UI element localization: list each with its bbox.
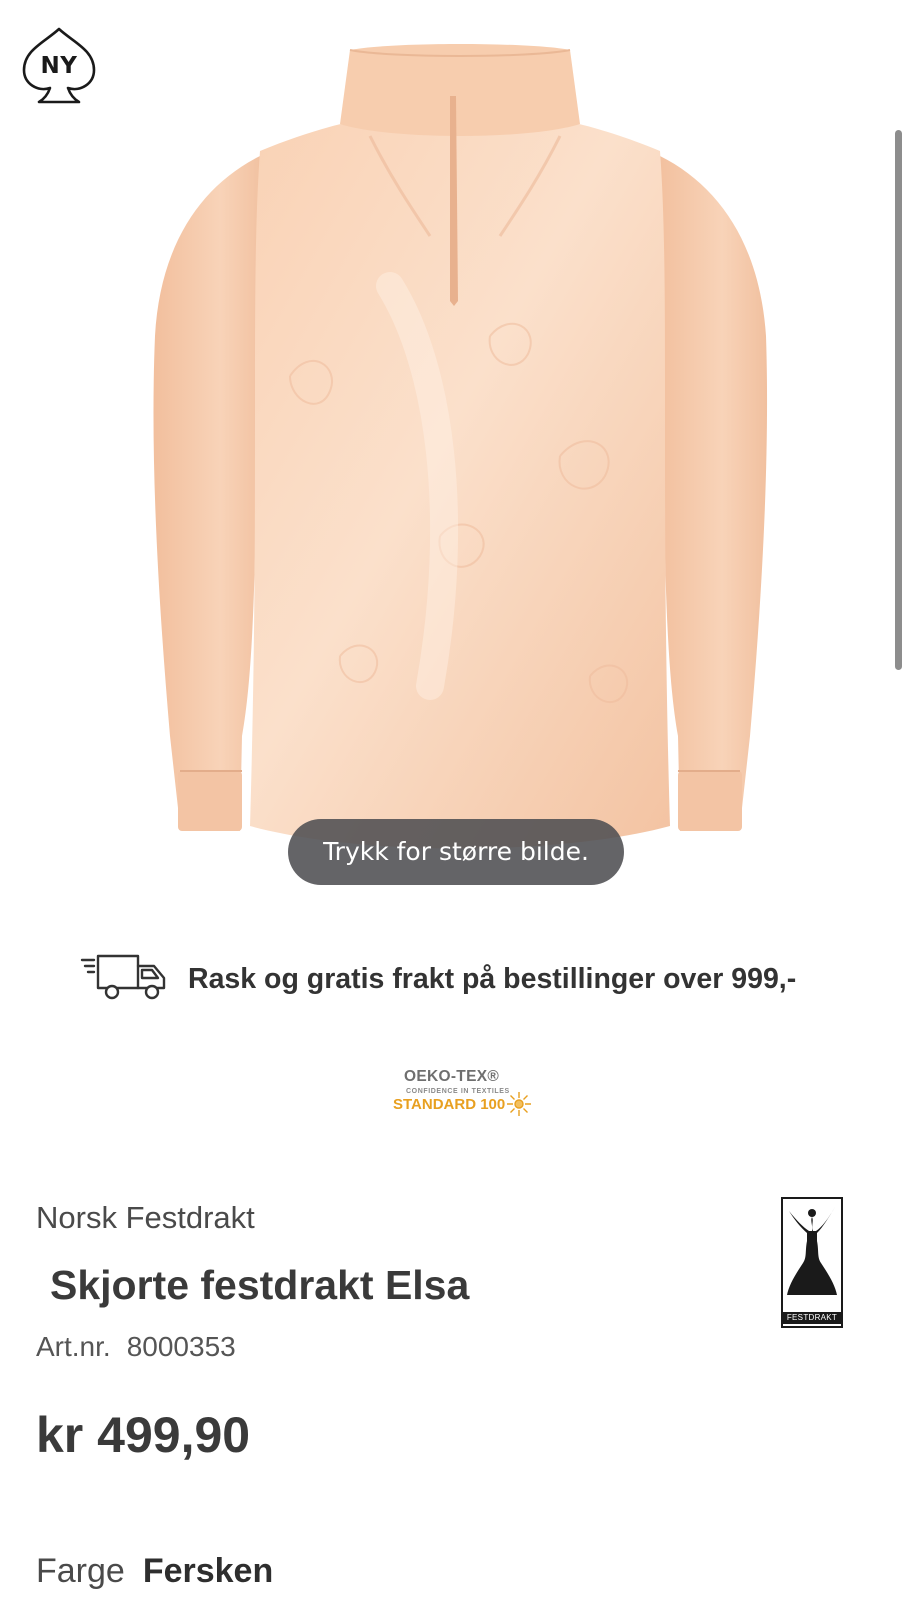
product-page: NY Trykk for større bilde. Rask og grati… <box>0 0 912 1600</box>
new-badge: NY <box>20 26 98 106</box>
article-number-value: 8000353 <box>126 1331 236 1362</box>
color-row: Farge Fersken <box>36 1552 273 1591</box>
color-value: Fersken <box>142 1552 274 1590</box>
article-number: Art.nr. 8000353 <box>36 1331 236 1363</box>
new-badge-label: NY <box>40 53 78 79</box>
brand-logo-caption: FESTDRAKT <box>783 1312 841 1324</box>
oeko-title: OEKO-TEX® <box>404 1068 500 1085</box>
oeko-tex-logo: OEKO-TEX® CONFIDENCE IN TEXTILES STANDAR… <box>388 1068 538 1120</box>
product-image[interactable] <box>140 36 780 866</box>
product-price: kr 499,90 <box>36 1407 251 1463</box>
product-title: Skjorte festdrakt Elsa <box>50 1262 470 1308</box>
dancer-dress-icon <box>787 1207 837 1295</box>
color-label: Farge <box>36 1552 125 1590</box>
shipping-banner: Rask og gratis frakt på bestillinger ove… <box>80 950 860 1010</box>
brand-name[interactable]: Norsk Festdrakt <box>36 1200 255 1236</box>
brand-logo[interactable]: FESTDRAKT <box>781 1197 843 1328</box>
product-image-area[interactable]: NY Trykk for større bilde. <box>0 0 912 900</box>
zoom-hint[interactable]: Trykk for større bilde. <box>288 819 624 885</box>
flower-icon <box>505 1090 533 1118</box>
shipping-text: Rask og gratis frakt på bestillinger ove… <box>188 963 797 995</box>
truck-icon <box>80 952 172 1002</box>
oeko-standard: STANDARD 100 <box>393 1096 506 1113</box>
scrollbar[interactable] <box>895 130 902 670</box>
oeko-subtitle: CONFIDENCE IN TEXTILES <box>406 1088 510 1095</box>
article-number-label: Art.nr. <box>36 1331 111 1362</box>
